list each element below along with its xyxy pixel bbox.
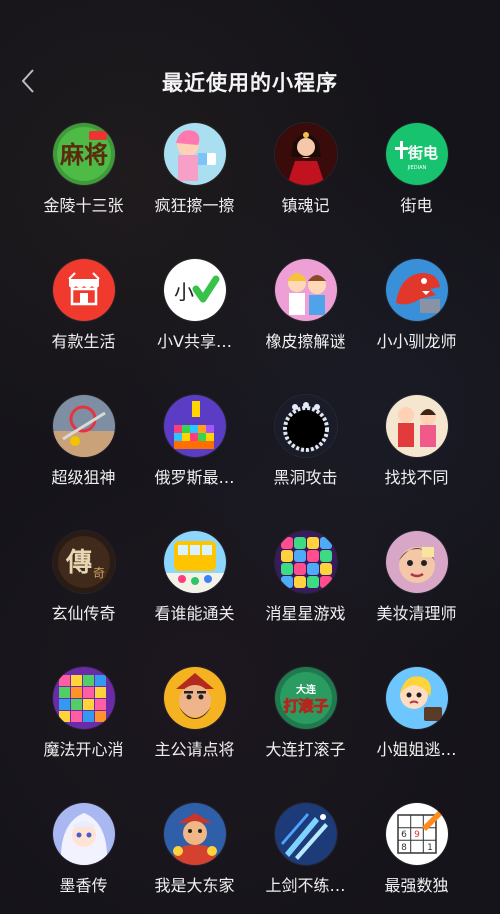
app-label: 黑洞攻击 [273, 468, 338, 487]
app-item[interactable]: 美妆清理师 [361, 528, 472, 664]
app-label: 消星星游戏 [265, 604, 346, 623]
mini-program-grid: 麻将 金陵十三张 疯狂擦一擦 镇魂记 街电 JIEDIAN 街电 有款生活 小 小… [28, 120, 472, 914]
app-item[interactable]: 我是大东家 [139, 800, 250, 914]
app-label: 玄仙传奇 [51, 604, 116, 623]
app-label: 疯狂擦一擦 [154, 196, 235, 215]
app-label: 超级狙神 [51, 468, 116, 487]
escape-girl-icon [386, 667, 448, 729]
svg-text:傳: 傳 [65, 548, 92, 578]
magic-blocks-icon [53, 667, 115, 729]
star-blocks-icon [275, 531, 337, 593]
dragon-icon [386, 259, 448, 321]
shop-awning-icon [53, 259, 115, 321]
app-label: 小小驯龙师 [376, 332, 457, 351]
page-title: 最近使用的小程序 [162, 71, 338, 95]
app-label: 魔法开心消 [43, 740, 124, 759]
legend-calligraphy-icon: 傳奇 [53, 531, 115, 593]
app-label: 主公请点将 [154, 740, 235, 759]
svg-text:麻将: 麻将 [59, 141, 108, 169]
app-item[interactable]: 有款生活 [28, 256, 139, 392]
app-label: 小姐姐逃… [376, 740, 457, 759]
xiao-v-check-icon: 小 [164, 259, 226, 321]
dalian-card-logo-icon: 大连 打滚子 [275, 667, 337, 729]
app-item[interactable]: 墨香传 [28, 800, 139, 914]
app-item[interactable]: 消星星游戏 [250, 528, 361, 664]
app-item[interactable]: 找找不同 [361, 392, 472, 528]
svg-text:小: 小 [174, 280, 194, 304]
app-label: 大连打滚子 [265, 740, 346, 759]
tetris-blocks-icon [164, 395, 226, 457]
sudoku-grid-icon: 691 8 [386, 803, 448, 865]
anime-girl-icon [53, 803, 115, 865]
app-item[interactable]: 魔法开心消 [28, 664, 139, 800]
app-label: 上剑不练… [265, 876, 346, 895]
svg-text:打滚子: 打滚子 [283, 697, 328, 715]
app-label: 街电 [400, 196, 433, 215]
warrior-face-icon [164, 667, 226, 729]
sniper-scene-icon [53, 395, 115, 457]
svg-text:大连: 大连 [296, 683, 317, 696]
app-item[interactable]: 主公请点将 [139, 664, 250, 800]
flying-swords-icon [275, 803, 337, 865]
app-label: 小V共享… [157, 332, 232, 351]
app-item[interactable]: 俄罗斯最… [139, 392, 250, 528]
svg-text:1: 1 [427, 843, 433, 853]
app-item[interactable]: 傳奇 玄仙传奇 [28, 528, 139, 664]
app-label: 镇魂记 [281, 196, 330, 215]
app-label: 最强数独 [384, 876, 449, 895]
app-item[interactable]: 镇魂记 [250, 120, 361, 256]
red-dress-woman-icon [275, 123, 337, 185]
svg-text:奇: 奇 [93, 566, 105, 580]
svg-text:6: 6 [401, 830, 407, 840]
svg-text:JIEDIAN: JIEDIAN [407, 165, 427, 171]
bus-runners-icon [164, 531, 226, 593]
cartoon-characters-icon [386, 395, 448, 457]
makeup-face-icon [386, 531, 448, 593]
svg-text:8: 8 [401, 843, 407, 853]
app-item[interactable]: 小 小V共享… [139, 256, 250, 392]
app-item[interactable]: 上剑不练… [250, 800, 361, 914]
svg-text:街电: 街电 [407, 144, 438, 162]
black-hole-icon [275, 395, 337, 457]
app-item[interactable]: 黑洞攻击 [250, 392, 361, 528]
app-item[interactable]: 大连 打滚子 大连打滚子 [250, 664, 361, 800]
app-label: 俄罗斯最… [154, 468, 235, 487]
app-item[interactable]: 超级狙神 [28, 392, 139, 528]
app-label: 有款生活 [51, 332, 116, 351]
app-item[interactable]: 小小驯龙师 [361, 256, 472, 392]
app-label: 金陵十三张 [43, 196, 124, 215]
boss-man-icon [164, 803, 226, 865]
app-item[interactable]: 麻将 金陵十三张 [28, 120, 139, 256]
app-item[interactable]: 看谁能通关 [139, 528, 250, 664]
app-label: 墨香传 [59, 876, 108, 895]
app-label: 橡皮擦解谜 [265, 332, 346, 351]
app-item[interactable]: 691 8 最强数独 [361, 800, 472, 914]
app-label: 我是大东家 [154, 876, 235, 895]
app-item[interactable]: 街电 JIEDIAN 街电 [361, 120, 472, 256]
eraser-girl-icon [164, 123, 226, 185]
app-label: 美妆清理师 [376, 604, 457, 623]
cartoon-couple-icon [275, 259, 337, 321]
app-label: 找找不同 [384, 468, 449, 487]
app-label: 看谁能通关 [154, 604, 235, 623]
app-item[interactable]: 小姐姐逃… [361, 664, 472, 800]
jiedian-logo-icon: 街电 JIEDIAN [386, 123, 448, 185]
header: 最近使用的小程序 [0, 55, 500, 105]
mahjong-logo-icon: 麻将 [53, 123, 115, 185]
svg-text:9: 9 [414, 830, 420, 840]
app-item[interactable]: 橡皮擦解谜 [250, 256, 361, 392]
app-item[interactable]: 疯狂擦一擦 [139, 120, 250, 256]
